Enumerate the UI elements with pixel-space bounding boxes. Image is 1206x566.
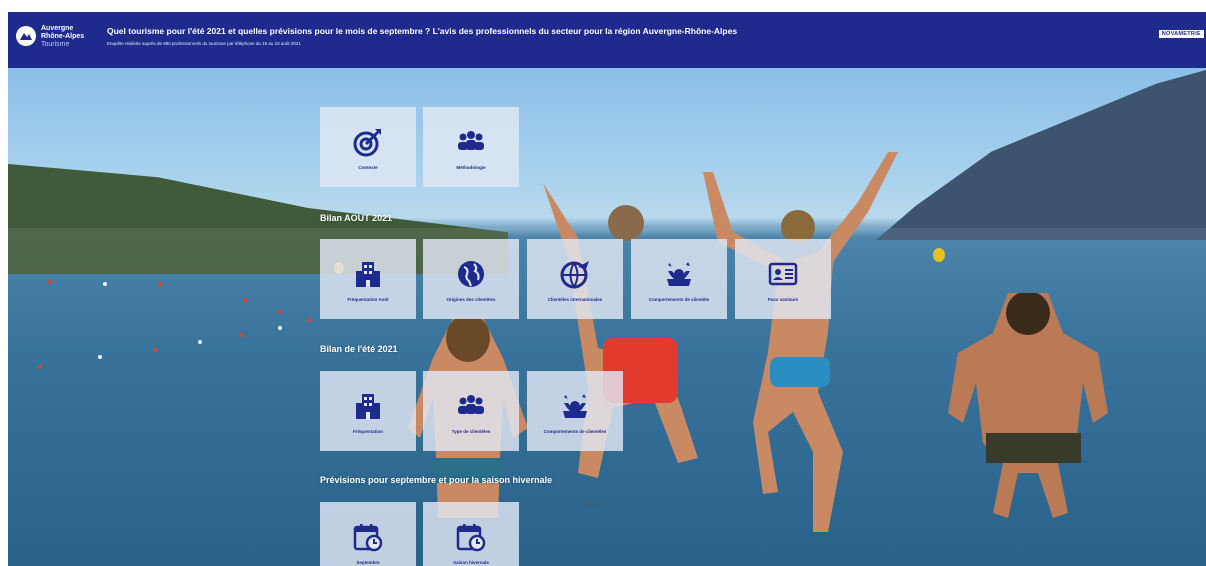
tile-type-clienteles[interactable]: Type de clientèles bbox=[423, 371, 519, 451]
group-icon bbox=[458, 395, 484, 414]
powered-by: Powered by bbox=[580, 502, 602, 507]
section-title-bilan-ete: Bilan de l'été 2021 bbox=[320, 344, 398, 354]
buoy bbox=[278, 326, 282, 330]
tile-label: Origines des clientèles bbox=[446, 297, 496, 302]
buoy bbox=[198, 340, 202, 344]
tile-label: Comportements de clientèle bbox=[648, 297, 710, 302]
star-person-icon bbox=[563, 394, 587, 418]
tile-label: Fréquentation Août bbox=[347, 297, 389, 302]
section-title-bilan-aout: Bilan AOUT 2021 bbox=[320, 213, 393, 223]
tile-label: Pass sanitaire bbox=[767, 297, 799, 302]
target-icon bbox=[353, 129, 381, 157]
id-card-icon bbox=[768, 262, 798, 286]
tile-frequentation[interactable]: Fréquentation bbox=[320, 371, 416, 451]
tile-clienteles-internationales[interactable]: Clientèles internationales bbox=[527, 239, 623, 319]
partner-logo: NOVAMETRIE bbox=[1158, 30, 1204, 38]
section-title-previsions: Prévisions pour septembre et pour la sai… bbox=[320, 475, 553, 485]
header-bar: Auvergne Rhône-Alpes Tourisme Quel touri… bbox=[8, 12, 1206, 68]
tile-frequentation-aout[interactable]: Fréquentation Août bbox=[320, 239, 416, 319]
brand-line-2: Rhône-Alpes bbox=[41, 33, 85, 40]
tile-origines-clienteles[interactable]: Origines des clientèles bbox=[423, 239, 519, 319]
buoy bbox=[153, 348, 157, 352]
group-icon bbox=[458, 131, 484, 150]
tile-pass-sanitaire[interactable]: Pass sanitaire bbox=[735, 239, 831, 319]
region-logo bbox=[16, 26, 36, 46]
tile-label: Fréquentation bbox=[353, 429, 383, 434]
calendar-clock-icon bbox=[456, 524, 486, 552]
tile-septembre[interactable]: Septembre bbox=[320, 502, 416, 566]
tile-label: Type de clientèles bbox=[451, 429, 491, 434]
brand-line-1: Auvergne bbox=[41, 25, 74, 32]
star-person-icon bbox=[667, 262, 691, 286]
calendar-clock-icon bbox=[353, 524, 383, 552]
tile-label: Septembre bbox=[356, 560, 380, 565]
building-icon bbox=[356, 394, 380, 419]
tile-saison-hivernale[interactable]: Saison hivernale bbox=[423, 502, 519, 566]
report-frame: Auvergne Rhône-Alpes Tourisme Quel touri… bbox=[8, 12, 1206, 566]
jumping-girl bbox=[703, 152, 898, 532]
buoy bbox=[243, 298, 247, 302]
tile-label: Méthodologie bbox=[456, 165, 486, 170]
buoy bbox=[308, 318, 312, 322]
buoy bbox=[158, 282, 162, 286]
tile-label: Comportements de clientèles bbox=[543, 429, 607, 434]
tile-label: Saison hivernale bbox=[453, 560, 489, 565]
buoy bbox=[48, 280, 52, 284]
building-icon bbox=[356, 262, 380, 287]
tile-methodologie[interactable]: Méthodologie bbox=[423, 107, 519, 187]
buoy bbox=[38, 365, 42, 369]
brand-line-3: Tourisme bbox=[41, 41, 70, 48]
tile-label: Contexte bbox=[358, 165, 378, 170]
globe-icon bbox=[458, 261, 484, 287]
tile-comportements-clientele[interactable]: Comportements de clientèle bbox=[631, 239, 727, 319]
buoy bbox=[103, 282, 107, 286]
tile-label: Clientèles internationales bbox=[547, 297, 603, 302]
globe-plane-icon bbox=[560, 261, 589, 289]
yellow-buoy bbox=[933, 248, 945, 262]
buoy bbox=[278, 310, 282, 314]
man-from-behind bbox=[948, 293, 1108, 518]
tile-contexte[interactable]: Contexte bbox=[320, 107, 416, 187]
buoy bbox=[240, 333, 244, 337]
page-title: Quel tourisme pour l'été 2021 et quelles… bbox=[107, 26, 738, 36]
tile-comportements-clienteles[interactable]: Comportements de clientèles bbox=[527, 371, 623, 451]
buoy bbox=[98, 355, 102, 359]
page-subtitle: Enquête réalisée auprès de 880 professio… bbox=[107, 41, 301, 46]
brand-text: Auvergne Rhône-Alpes Tourisme bbox=[41, 25, 84, 49]
